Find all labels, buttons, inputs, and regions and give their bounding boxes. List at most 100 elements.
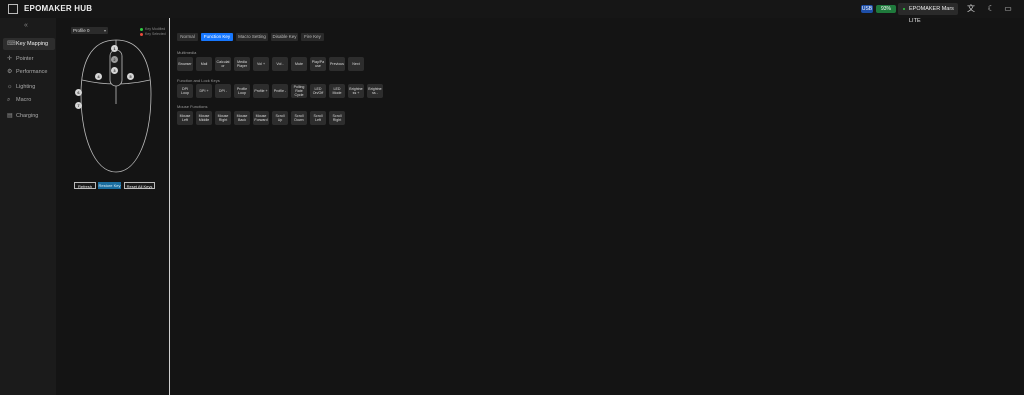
key-scroll-wheel[interactable]: 2 xyxy=(111,56,118,63)
key-button[interactable]: Profile + xyxy=(253,84,269,98)
key-button[interactable]: Mouse Right xyxy=(215,111,231,125)
key-label: Profile Loop xyxy=(236,87,248,95)
key-label: Mouse Middle xyxy=(198,114,210,122)
translate-icon[interactable]: 文 xyxy=(966,4,976,14)
refresh-button[interactable]: Refresh xyxy=(74,182,96,189)
key-button[interactable]: Polling Rate Cycle xyxy=(291,84,307,98)
key-label: Scroll Up xyxy=(275,114,285,122)
key-button[interactable]: Profile Loop xyxy=(234,84,250,98)
key-button[interactable]: Scroll Up xyxy=(272,111,288,125)
key-forward-button[interactable]: 6 xyxy=(75,89,82,96)
key-button[interactable]: Brightness + xyxy=(348,84,364,98)
tab-macro-setting[interactable]: Macro Setting xyxy=(236,33,268,41)
key-label: DPI + xyxy=(199,89,209,93)
key-button[interactable]: Mouse Left xyxy=(177,111,193,125)
tab-function-key[interactable]: Function Key xyxy=(201,33,233,41)
key-right-button[interactable]: 5 xyxy=(127,73,134,80)
sidebar-item-key-mapping[interactable]: ⌨ Key Mapping xyxy=(3,38,55,50)
key-label: LED Mode xyxy=(332,87,342,95)
tab-disable-key[interactable]: Disable Key xyxy=(271,33,298,41)
keyboard-icon: ⌨ xyxy=(7,41,16,47)
key-button[interactable]: Media Player xyxy=(234,57,250,71)
key-button[interactable]: Brightness - xyxy=(367,84,383,98)
device-name: EPOMAKER Mars LITE xyxy=(909,6,954,24)
key-label: Scroll Right xyxy=(332,114,342,122)
key-button[interactable]: Mouse Middle xyxy=(196,111,212,125)
key-label: DPI Loop xyxy=(181,87,189,95)
tab-normal[interactable]: Normal xyxy=(177,33,198,41)
connection-badge: USB xyxy=(861,5,873,13)
title-bar: EPOMAKER HUB USB 93% EPOMAKER Mars LITE … xyxy=(0,0,1024,24)
key-button[interactable]: Scroll Left xyxy=(310,111,326,125)
key-dpi-button[interactable]: 1 xyxy=(111,45,118,52)
key-label: Mute xyxy=(295,62,303,66)
tab-fire-key[interactable]: Fire Key xyxy=(301,33,324,41)
key-back-button[interactable]: 7 xyxy=(75,102,82,109)
theme-moon-icon[interactable]: ☾ xyxy=(986,4,996,14)
key-button[interactable]: Previous xyxy=(329,57,345,71)
sidebar-item-label: Lighting xyxy=(16,84,36,90)
key-button[interactable]: Play/Pause xyxy=(310,57,326,71)
sidebar-item-label: Macro xyxy=(16,97,32,103)
sidebar-item-label: Charging xyxy=(16,113,39,119)
sidebar-item-macro[interactable]: ⌕ Macro xyxy=(3,94,55,106)
key-label: Brightness - xyxy=(368,87,382,95)
collapse-sidebar-icon[interactable]: « xyxy=(24,22,28,29)
key-button[interactable]: Vol + xyxy=(253,57,269,71)
key-label: Mouse Left xyxy=(179,114,191,122)
key-button[interactable]: Mouse Forward xyxy=(253,111,269,125)
key-label: Polling Rate Cycle xyxy=(293,85,305,97)
key-label: Scroll Left xyxy=(313,114,323,122)
key-button[interactable]: LED Mode xyxy=(329,84,345,98)
key-button[interactable]: Next xyxy=(348,57,364,71)
sidebar: « ⌨ Key Mapping ✛ Pointer ⚙ Performance … xyxy=(0,18,56,395)
chevron-down-icon: ▾ xyxy=(103,28,106,33)
battery-badge: 93% xyxy=(876,5,896,13)
profile-select-value: Profile 0 xyxy=(73,28,90,33)
key-button[interactable]: Vol - xyxy=(272,57,288,71)
legend-key-modified: Key Modified xyxy=(140,27,165,31)
key-label: Previous xyxy=(330,62,344,66)
key-button[interactable]: Calculator xyxy=(215,57,231,71)
key-button[interactable]: Mail xyxy=(196,57,212,71)
key-label: Profile - xyxy=(273,89,287,93)
device-selector-button[interactable]: EPOMAKER Mars LITE xyxy=(898,3,958,24)
key-button[interactable]: DPI + xyxy=(196,84,212,98)
app-logo-icon xyxy=(8,4,18,14)
key-label: Mouse Back xyxy=(236,114,248,122)
lighting-icon: ☼ xyxy=(7,84,13,90)
key-label: Media Player xyxy=(236,60,248,68)
key-button[interactable]: DPI - xyxy=(215,84,231,98)
key-label: Brightness + xyxy=(349,87,363,95)
reset-all-keys-button[interactable]: Reset All Keys xyxy=(124,182,155,189)
section-title-multimedia: Multimedia xyxy=(177,50,197,55)
key-left-button[interactable]: 4 xyxy=(95,73,102,80)
key-label: Calculator xyxy=(216,60,230,68)
key-button[interactable]: Mute xyxy=(291,57,307,71)
key-button[interactable]: Scroll Right xyxy=(329,111,345,125)
key-label: Mouse Forward xyxy=(254,114,268,122)
sidebar-item-performance[interactable]: ⚙ Performance xyxy=(3,66,55,78)
key-middle-button[interactable]: 3 xyxy=(111,67,118,74)
key-label: LED On/Off xyxy=(312,87,324,95)
key-label: Next xyxy=(352,62,360,66)
restore-key-button[interactable]: Restore Key xyxy=(98,182,121,189)
key-button[interactable]: LED On/Off xyxy=(310,84,326,98)
sidebar-item-lighting[interactable]: ☼ Lighting xyxy=(3,81,55,93)
sidebar-item-charging[interactable]: ▤ Charging xyxy=(3,110,55,122)
macro-icon: ⌕ xyxy=(7,97,11,103)
key-button[interactable]: Scroll Down xyxy=(291,111,307,125)
sidebar-item-pointer[interactable]: ✛ Pointer xyxy=(3,53,55,65)
key-button[interactable]: Mouse Back xyxy=(234,111,250,125)
profile-select[interactable]: Profile 0 ▾ xyxy=(71,27,108,34)
key-label: Vol - xyxy=(276,62,284,66)
key-button[interactable]: Browser xyxy=(177,57,193,71)
key-button[interactable]: DPI Loop xyxy=(177,84,193,98)
key-label: DPI - xyxy=(218,89,228,93)
green-dot-icon xyxy=(140,27,143,31)
key-label: Browser xyxy=(178,62,192,66)
key-button[interactable]: Profile - xyxy=(272,84,288,98)
feedback-icon[interactable]: ▭ xyxy=(1003,4,1013,14)
pointer-icon: ✛ xyxy=(7,56,13,62)
key-label: Profile + xyxy=(254,89,268,93)
